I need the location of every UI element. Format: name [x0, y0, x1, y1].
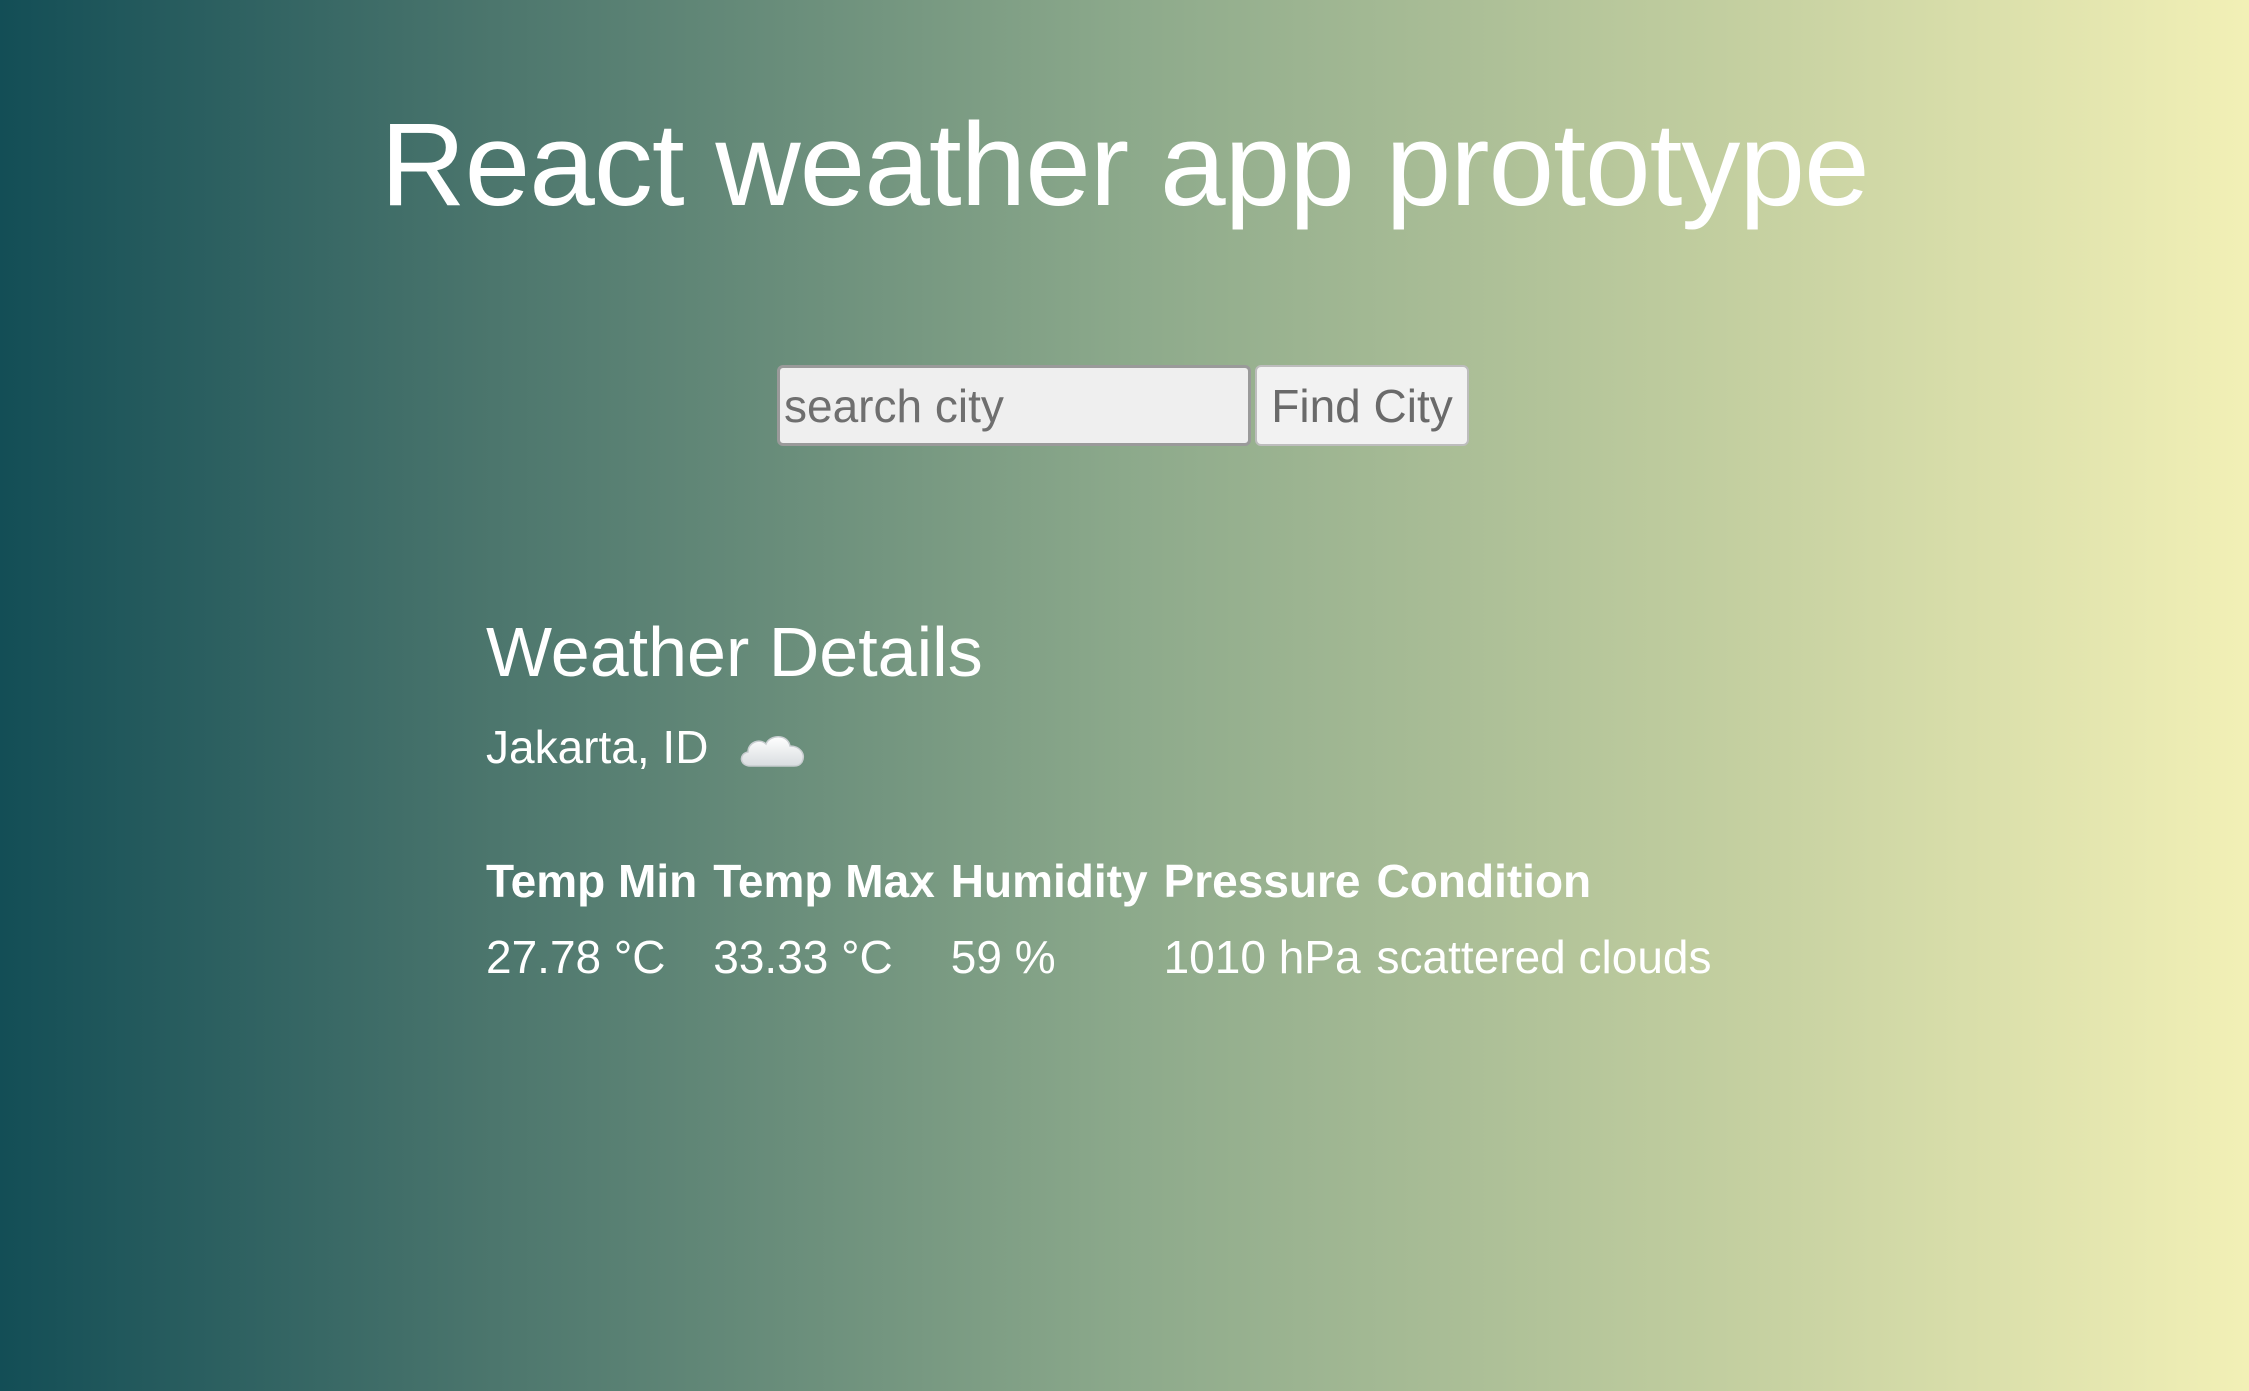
weather-details-heading: Weather Details	[486, 613, 983, 691]
value-humidity: 59 %	[950, 931, 1056, 983]
page-title: React weather app prototype	[380, 99, 1869, 231]
header-temp-max: Temp Max	[713, 855, 935, 907]
search-city-input[interactable]	[777, 365, 1251, 446]
cloud-icon	[736, 727, 808, 767]
find-city-button[interactable]: Find City	[1255, 365, 1469, 446]
header-condition: Condition	[1376, 855, 1592, 907]
value-temp-max: 33.33 °C	[713, 931, 893, 983]
location-label: Jakarta, ID	[486, 721, 709, 773]
header-temp-min: Temp Min	[486, 855, 698, 907]
table-header-row: Temp Min Temp Max Humidity Pressure Cond…	[486, 854, 1728, 930]
value-pressure: 1010 hPa	[1163, 931, 1361, 983]
location-row: Jakarta, ID	[486, 720, 1728, 774]
table-row: 27.78 °C 33.33 °C 59 % 1010 hPa scattere…	[486, 930, 1728, 984]
weather-table: Temp Min Temp Max Humidity Pressure Cond…	[486, 854, 1728, 984]
value-condition: scattered clouds	[1376, 931, 1712, 983]
value-temp-min: 27.78 °C	[486, 931, 666, 983]
header-humidity: Humidity	[950, 855, 1148, 907]
header-pressure: Pressure	[1163, 855, 1361, 907]
weather-details-panel: Weather Details Jakarta, ID Temp Min Tem…	[486, 610, 1728, 984]
search-form: Find City	[777, 365, 1469, 446]
